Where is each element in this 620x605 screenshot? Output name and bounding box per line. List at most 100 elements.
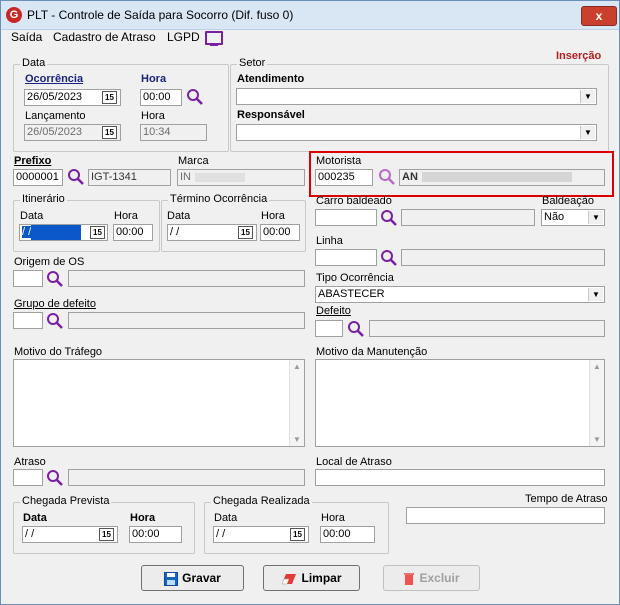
marca-value: IN	[180, 171, 191, 183]
itinerario-hora-label: Hora	[114, 210, 138, 222]
baldeacao-select[interactable]: Não ▼	[541, 209, 605, 226]
chevron-down-icon[interactable]: ▼	[588, 211, 603, 224]
defeito-label: Defeito	[316, 305, 351, 317]
redacted-text	[195, 172, 245, 182]
calendar-icon[interactable]: 15	[90, 226, 105, 239]
search-icon[interactable]	[46, 270, 64, 288]
linha-input[interactable]	[315, 249, 377, 266]
grupo-defeito-label: Grupo de defeito	[14, 298, 96, 310]
calendar-icon[interactable]: 15	[238, 226, 253, 239]
responsavel-select[interactable]: ▼	[236, 124, 597, 141]
marca-label: Marca	[178, 155, 209, 167]
chevron-down-icon[interactable]: ▼	[580, 90, 595, 103]
calendar-icon: 15	[102, 126, 117, 139]
search-icon[interactable]	[67, 168, 85, 186]
itinerario-data-label: Data	[20, 210, 44, 222]
hora-input[interactable]: 00:00	[140, 89, 182, 106]
local-atraso-label: Local de Atraso	[316, 456, 392, 468]
calendar-icon[interactable]: 15	[290, 528, 305, 541]
termino-group-title: Término Ocorrência	[168, 193, 270, 205]
menu-cadastro-atraso[interactable]: Cadastro de Atraso	[53, 30, 156, 44]
search-icon[interactable]	[347, 320, 365, 338]
search-icon[interactable]	[46, 312, 64, 330]
excluir-label: Excluir	[419, 571, 460, 585]
monitor-icon[interactable]	[205, 31, 223, 46]
hora-label: Hora	[141, 73, 167, 85]
grupo-defeito-input[interactable]	[13, 312, 43, 329]
chevron-down-icon[interactable]: ▼	[580, 126, 595, 139]
atraso-desc	[68, 469, 305, 486]
limpar-button[interactable]: Limpar	[263, 565, 360, 591]
search-icon[interactable]	[186, 88, 204, 106]
atendimento-label: Atendimento	[237, 73, 305, 85]
main-window: G PLT - Controle de Saída para Socorro (…	[0, 0, 620, 605]
prefixo-input[interactable]: 0000001	[13, 169, 63, 186]
hora2-label: Hora	[141, 110, 165, 122]
excluir-button[interactable]: Excluir	[383, 565, 480, 591]
motivo-trafego-textarea[interactable]: ▲ ▼	[13, 359, 305, 447]
mode-label: Inserção	[556, 50, 602, 62]
chegada-prevista-hora-label: Hora	[130, 512, 156, 524]
termino-data-label: Data	[167, 210, 191, 222]
atraso-input[interactable]	[13, 469, 43, 486]
menu-bar: Saída Cadastro de Atraso LGPD	[1, 29, 619, 47]
lancamento-label: Lançamento	[25, 110, 86, 122]
tipo-ocorrencia-label: Tipo Ocorrência	[316, 272, 394, 284]
origem-os-input[interactable]	[13, 270, 43, 287]
carro-baldeado-input[interactable]	[315, 209, 377, 226]
scroll-up-icon[interactable]: ▲	[593, 362, 601, 371]
tipo-ocorrencia-select[interactable]: ABASTECER ▼	[315, 286, 605, 303]
setor-group-title: Setor	[237, 57, 268, 69]
prefixo-label: Prefixo	[14, 155, 52, 167]
chegada-realizada-title: Chegada Realizada	[211, 495, 312, 507]
linha-label: Linha	[316, 235, 343, 247]
tempo-atraso-input[interactable]	[406, 507, 605, 524]
menu-lgpd[interactable]: LGPD	[167, 30, 200, 44]
defeito-input[interactable]	[315, 320, 343, 337]
menu-saida[interactable]: Saída	[11, 30, 42, 44]
motorista-input[interactable]: 000235	[315, 169, 373, 186]
search-icon[interactable]	[378, 168, 396, 186]
search-icon[interactable]	[380, 209, 398, 227]
redacted-text	[421, 172, 572, 183]
trash-icon	[404, 572, 415, 585]
motivo-trafego-label: Motivo do Tráfego	[14, 346, 103, 358]
local-atraso-input[interactable]	[315, 469, 605, 486]
atendimento-select[interactable]: ▼	[236, 88, 597, 105]
eraser-icon	[282, 573, 297, 585]
scroll-down-icon[interactable]: ▼	[593, 435, 601, 444]
tipo-ocorrencia-value: ABASTECER	[318, 288, 385, 300]
close-button[interactable]: x	[581, 6, 617, 26]
itinerario-hora-input[interactable]: 00:00	[113, 224, 153, 241]
baldeacao-value: Não	[544, 211, 565, 223]
chegada-realizada-hora-input[interactable]: 00:00	[320, 526, 375, 543]
termino-hora-input[interactable]: 00:00	[260, 224, 300, 241]
window-title: PLT - Controle de Saída para Socorro (Di…	[27, 8, 294, 22]
chegada-realizada-hora-label: Hora	[321, 512, 345, 524]
gravar-button[interactable]: Gravar	[141, 565, 244, 591]
search-icon[interactable]	[46, 469, 64, 487]
app-logo-icon: G	[6, 7, 22, 23]
itinerario-date-value: / /	[22, 226, 32, 238]
scrollbar[interactable]: ▲ ▼	[589, 360, 604, 446]
calendar-icon[interactable]: 15	[102, 91, 117, 104]
chevron-down-icon[interactable]: ▼	[588, 288, 603, 301]
origem-os-label: Origem de OS	[14, 256, 85, 268]
calendar-icon[interactable]: 15	[99, 528, 114, 541]
carro-baldeado-label: Carro baldeado	[316, 195, 392, 207]
scrollbar[interactable]: ▲ ▼	[289, 360, 304, 446]
chegada-prevista-hora-input[interactable]: 00:00	[129, 526, 182, 543]
marca-field: IN	[177, 169, 305, 186]
scroll-down-icon[interactable]: ▼	[293, 435, 301, 444]
responsavel-label: Responsável	[237, 109, 305, 121]
selection-highlight	[31, 225, 82, 240]
search-icon[interactable]	[380, 249, 398, 267]
limpar-label: Limpar	[301, 571, 342, 585]
ocorrencia-label: Ocorrência	[25, 73, 84, 85]
motorista-label: Motorista	[316, 155, 362, 167]
origem-os-desc	[68, 270, 305, 287]
carro-baldeado-desc	[401, 209, 535, 226]
motivo-manutencao-textarea[interactable]: ▲ ▼	[315, 359, 605, 447]
baldeacao-label: Baldeação	[542, 195, 594, 207]
scroll-up-icon[interactable]: ▲	[293, 362, 301, 371]
